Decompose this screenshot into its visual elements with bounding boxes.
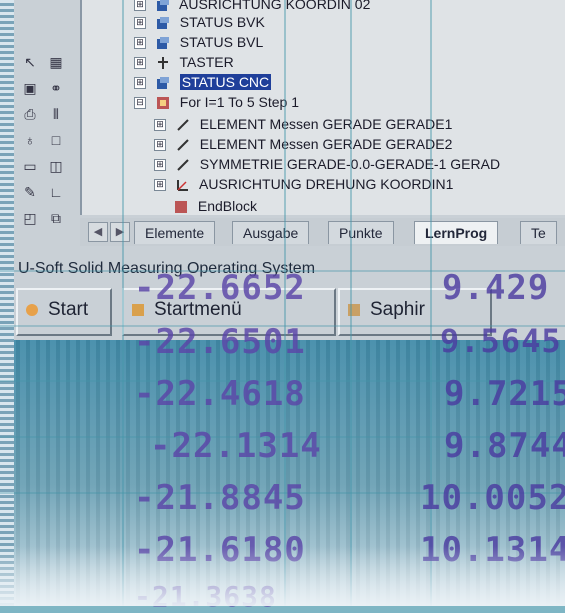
tab-scroll-left-icon[interactable]: ◀ (88, 222, 108, 242)
tree-item-label: TASTER (179, 54, 234, 70)
overlay-value: -22.6652 (134, 268, 306, 308)
program-tree: ⊞ AUSRICHTUNG KOORDIN 02 ⊞ STATUS BVK ⊞ … (80, 0, 565, 215)
line-element-icon (177, 119, 189, 132)
tree-item[interactable]: ⊞ STATUS CNC (134, 72, 272, 92)
tree-item[interactable]: ⊞ AUSRICHTUNG DREHUNG KOORDIN1 (154, 174, 453, 194)
saphir-button-label: Saphir (370, 299, 425, 320)
expand-icon[interactable]: ⊞ (154, 179, 166, 192)
bottom-fade (0, 546, 565, 606)
tree-item-label: STATUS BVL (179, 34, 264, 50)
saphir-app-icon (348, 303, 360, 316)
tree-item-label: AUSRICHTUNG DREHUNG KOORDIN1 (199, 176, 454, 192)
compare-tool-icon[interactable]: ⫴ (46, 104, 66, 124)
tree-item-label: STATUS BVK (179, 14, 265, 30)
grid-tool-icon[interactable]: ▦ (46, 52, 66, 72)
overlay-value: -21.8845 (134, 478, 306, 518)
pointer-tool-icon[interactable]: ↖ (20, 52, 40, 72)
tree-item[interactable]: ⊞ STATUS BVK (134, 12, 265, 32)
expand-icon[interactable]: ⊞ (154, 139, 166, 152)
print-tool-icon[interactable]: ⎙ (20, 104, 40, 124)
tab-elemente[interactable]: Elemente (134, 221, 216, 244)
tree-item[interactable]: ⊞ STATUS BVL (134, 32, 263, 52)
tree-item-label: ELEMENT Messen GERADE GERADE1 (199, 116, 453, 132)
tab-ausgabe[interactable]: Ausgabe (232, 221, 310, 244)
status-node-icon (156, 37, 169, 50)
overlay-value: 9.429 (442, 268, 550, 308)
tree-item[interactable]: ⊞ TASTER (134, 52, 234, 72)
tree-item-label: EndBlock (197, 198, 258, 214)
endblock-icon (175, 201, 187, 214)
copy-tool-icon[interactable]: ⧉ (46, 208, 66, 228)
expand-icon[interactable]: ⊞ (134, 57, 146, 70)
tree-item[interactable]: ⊞ ELEMENT Messen GERADE GERADE1 (154, 114, 452, 134)
folder-tool-icon[interactable]: ▭ (20, 156, 40, 176)
overlay-value: -22.1314 (150, 426, 322, 466)
expand-icon[interactable]: ⊞ (134, 77, 146, 90)
expand-icon[interactable]: ⊞ (154, 159, 166, 172)
expand-icon[interactable]: ⊞ (134, 0, 146, 12)
status-node-icon (156, 0, 169, 12)
line-element-icon (177, 139, 189, 152)
image-tool-icon[interactable]: ▣ (20, 78, 40, 98)
link-tool-icon[interactable]: ⚭ (46, 78, 66, 98)
status-node-icon (156, 17, 169, 30)
tree-item[interactable]: ⊞ ELEMENT Messen GERADE GERADE2 (154, 134, 452, 154)
expand-icon[interactable]: ⊞ (134, 37, 146, 50)
expand-icon[interactable]: ⊞ (134, 17, 146, 30)
cube-tool-icon[interactable]: ◰ (20, 208, 40, 228)
tab-punkte[interactable]: Punkte (328, 221, 394, 244)
loop-icon (156, 97, 169, 110)
window-tool-icon[interactable]: ◫ (46, 156, 66, 176)
tree-item[interactable]: ⊞ SYMMETRIE GERADE-0.0-GERADE-1 GERAD (154, 154, 500, 174)
overlay-value: 9.5645 (440, 322, 562, 360)
start-logo-icon (26, 303, 38, 316)
tree-item-label: AUSRICHTUNG KOORDIN 02 (179, 0, 371, 12)
overlay-value: 9.7215 (444, 374, 565, 414)
axis-tool-icon[interactable]: ∟ (46, 182, 66, 202)
tree-item[interactable]: ⊟ For I=1 To 5 Step 1 (134, 92, 299, 112)
start-button-label: Start (48, 299, 89, 320)
overlay-value: -22.6501 (134, 322, 306, 362)
tab-lernprog[interactable]: LernProg (414, 221, 499, 244)
symmetry-icon (177, 159, 189, 172)
tree-item-label: SYMMETRIE GERADE-0.0-GERADE-1 GERAD (199, 156, 501, 172)
overlay-value: -22.4618 (134, 374, 306, 414)
bulb-tool-icon[interactable]: ♁ (20, 130, 40, 150)
expand-icon[interactable]: ⊞ (154, 119, 166, 132)
tree-item-label: For I=1 To 5 Step 1 (179, 94, 299, 110)
probe-icon (157, 57, 168, 70)
blank-tool-icon[interactable]: □ (46, 130, 66, 150)
overlay-value: 10.0052 (420, 478, 565, 518)
tree-item-label-selected: STATUS CNC (179, 74, 272, 90)
status-node-icon (156, 77, 169, 90)
tool-palette: ↖ ▦ ▣ ⚭ ⎙ ⫴ ♁ □ ▭ ◫ ✎ ∟ ◰ ⧉ (14, 40, 74, 250)
tree-item-label: ELEMENT Messen GERADE GERADE2 (199, 136, 453, 152)
edit-tool-icon[interactable]: ✎ (20, 182, 40, 202)
tab-scroll-right-icon[interactable]: ▶ (110, 222, 130, 242)
alignment-icon (176, 180, 188, 192)
tab-te[interactable]: Te (520, 221, 557, 244)
start-button[interactable]: Start (16, 288, 112, 336)
collapse-icon[interactable]: ⊟ (134, 97, 146, 110)
left-decor-bar (0, 0, 14, 606)
overlay-value: 9.8744 (444, 426, 565, 466)
tree-item[interactable]: EndBlock (174, 196, 257, 216)
tab-bar: ◀ ▶ Elemente Ausgabe Punkte LernProg Te (80, 218, 565, 246)
